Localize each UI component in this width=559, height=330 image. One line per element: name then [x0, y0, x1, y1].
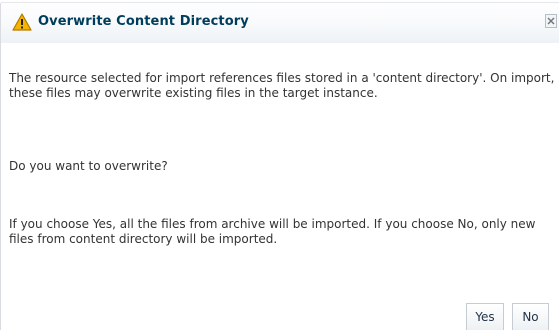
header-divider [1, 2, 559, 3]
yes-button[interactable]: Yes [466, 303, 504, 330]
close-button[interactable] [545, 14, 557, 28]
overwrite-dialog: Overwrite Content Directory The resource… [0, 0, 559, 330]
no-button[interactable]: No [512, 303, 549, 330]
message-question: Do you want to overwrite? [9, 159, 168, 173]
message-paragraph-1: The resource selected for import referen… [9, 71, 555, 100]
message-paragraph-2: If you choose Yes, all the files from ar… [9, 217, 536, 246]
warning-icon [12, 13, 32, 31]
dialog-title: Overwrite Content Directory [38, 14, 249, 29]
dialog-left-border [0, 3, 1, 330]
